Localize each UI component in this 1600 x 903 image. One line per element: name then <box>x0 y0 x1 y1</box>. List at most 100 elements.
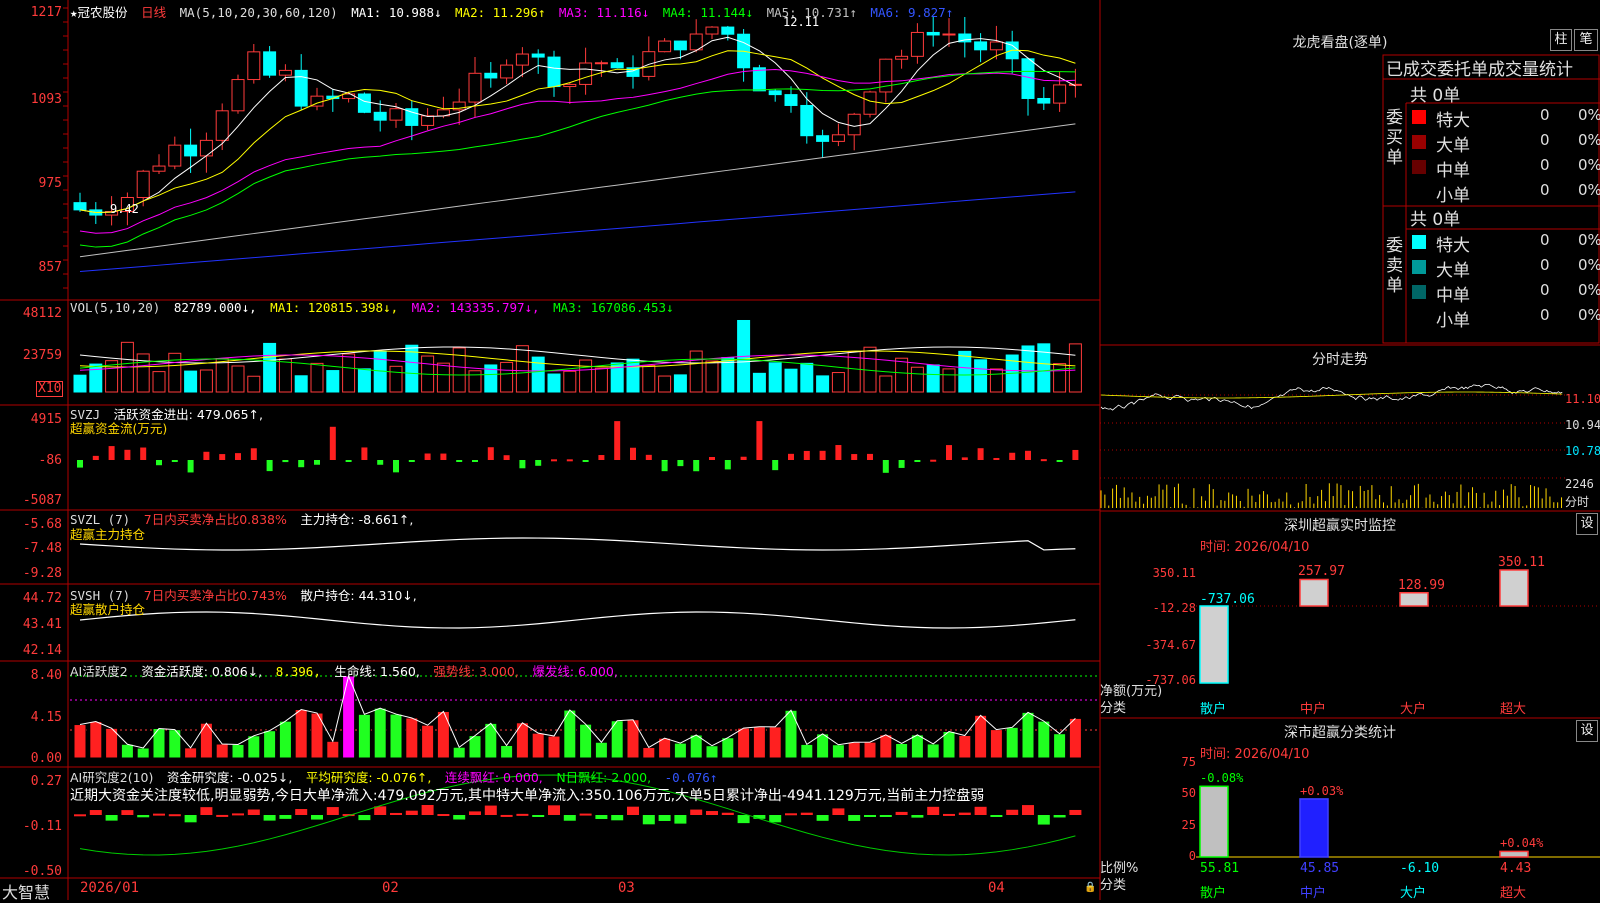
candle-body <box>152 165 166 172</box>
longhu-tabs[interactable]: 已成交委托单成交量统计 <box>1386 55 1600 80</box>
price-axis-4: 857 <box>38 260 62 275</box>
ai-active-bar <box>184 747 198 759</box>
ai-active-bar <box>436 710 450 759</box>
ai-research-bar <box>690 809 703 815</box>
ai-active-bar <box>120 743 134 759</box>
svzj-subtitle: 超赢资金流(万元) <box>70 421 168 436</box>
ai-active-bar <box>500 744 514 759</box>
ai-active-bar <box>847 741 861 759</box>
main-chart-canvas[interactable] <box>0 0 1600 900</box>
volume-bar <box>579 359 593 393</box>
volume-bar <box>184 370 198 393</box>
sz-monitor-category: 超大 <box>1500 702 1527 717</box>
volume-bar <box>326 370 340 393</box>
svzj-bar <box>187 460 194 473</box>
candle-body <box>563 83 577 88</box>
sz-monitor-axis-1: 350.11 <box>1152 566 1196 580</box>
ai-research-bar <box>405 810 418 815</box>
ai-research-bar <box>121 810 134 815</box>
candle-body <box>389 108 403 121</box>
candle-body <box>468 72 482 103</box>
tick-mode-button[interactable]: 笔 <box>1574 29 1598 51</box>
ai-research-bar <box>737 815 750 824</box>
bar-mode-button[interactable]: 柱 <box>1550 29 1572 51</box>
ai-active-bar <box>784 709 798 759</box>
sz-monitor-bar-1 <box>1299 578 1329 607</box>
intraday-avg-line <box>1100 391 1563 399</box>
volume-bar <box>436 362 450 393</box>
candle-body <box>768 90 782 96</box>
ai-research-bar <box>785 813 797 816</box>
ai-research-bar <box>89 810 102 815</box>
ai-active-bar <box>294 709 308 759</box>
ai-active-bar <box>721 737 735 759</box>
ai-research-bar <box>247 809 260 815</box>
ai-active-bar <box>326 740 340 759</box>
volume-bar <box>658 375 672 393</box>
ma1-value: MA1: 10.988↓ <box>351 5 442 20</box>
intraday-axis-3: 10.78 <box>1565 444 1600 458</box>
candle-body <box>357 93 371 113</box>
ai-active-bar <box>926 743 940 759</box>
ai-research-bar <box>532 815 545 817</box>
ai-active-bar <box>531 732 545 759</box>
sz-monitor-title: 深圳超赢实时监控 <box>1284 518 1396 534</box>
ai-research-bar <box>674 815 687 824</box>
ai-research-commentary: 近期大资金关注度较低,明显弱势,今日大单净流入:479.092万元,其中特大单净… <box>70 788 985 804</box>
ai-research-bar <box>1037 815 1050 825</box>
brand-label: 大智慧 <box>2 883 51 902</box>
sz-class-axis-1: 75 <box>1181 755 1196 769</box>
volume-bar <box>673 374 687 393</box>
ai-active-bar <box>816 733 830 759</box>
order-type-label: 小单 <box>1436 186 1470 206</box>
order-count: 0 <box>1540 256 1550 274</box>
ai-active-bar <box>989 729 1003 759</box>
ai-research-axis-2: -0.11 <box>22 819 62 834</box>
ai-active-bar <box>547 735 561 759</box>
order-percent: 0% <box>1578 131 1600 149</box>
sz-class-axis-4: 0 <box>1188 849 1196 863</box>
sz-class-settings-button[interactable]: 设 <box>1576 720 1598 742</box>
svzj-bar <box>377 460 384 465</box>
svzj-bar <box>203 451 210 460</box>
lock-icon[interactable]: 🔒 <box>1084 882 1096 893</box>
ai-research-bar <box>832 808 845 815</box>
svzj-bar <box>250 448 257 460</box>
svsh-line <box>79 611 1076 629</box>
vol-value: 82789.000↓, <box>173 300 257 315</box>
ai-research-bar <box>500 814 513 817</box>
candle-body <box>136 170 150 198</box>
ai-research-bar <box>927 806 940 815</box>
svzj-bar <box>235 453 241 460</box>
stock-name[interactable]: 冠农股份 <box>78 5 128 20</box>
candle-body <box>989 41 1003 51</box>
volume-bar <box>547 373 561 393</box>
candle-body <box>199 139 213 157</box>
sz-monitor-xlabel: 分类 <box>1100 701 1127 716</box>
svzj-bar <box>408 460 415 462</box>
candle-body <box>610 62 624 69</box>
volume-bar <box>926 364 940 393</box>
ai-active-bar <box>357 713 371 759</box>
svzj-bar <box>393 460 399 473</box>
volume-bar <box>468 370 482 393</box>
volume-bar <box>705 360 719 393</box>
sz-class-value: -6.10 <box>1400 861 1440 876</box>
svzj-bar <box>1072 449 1079 460</box>
candle-body <box>278 69 292 76</box>
svzj-bar <box>519 460 526 469</box>
period-label[interactable]: 日线 <box>141 5 166 20</box>
volume-bar <box>278 358 292 393</box>
candle-body <box>421 115 435 126</box>
sz-monitor-settings-button[interactable]: 设 <box>1576 513 1598 535</box>
ai-research-bar <box>595 815 608 820</box>
svzj-bar <box>1040 459 1047 462</box>
order-count: 0 <box>1540 306 1550 324</box>
sz-monitor-value: 350.11 <box>1498 555 1545 570</box>
vol-ma3: MA3: 167086.453↓ <box>553 300 674 315</box>
ai-active-axis-1: 8.40 <box>30 668 62 683</box>
ai-research-t3: 连续飘红: 0.000, <box>444 770 543 785</box>
ai-active-bar <box>1037 720 1051 759</box>
candle-body <box>215 110 229 141</box>
intraday-axis-2: 10.94 <box>1565 418 1600 432</box>
